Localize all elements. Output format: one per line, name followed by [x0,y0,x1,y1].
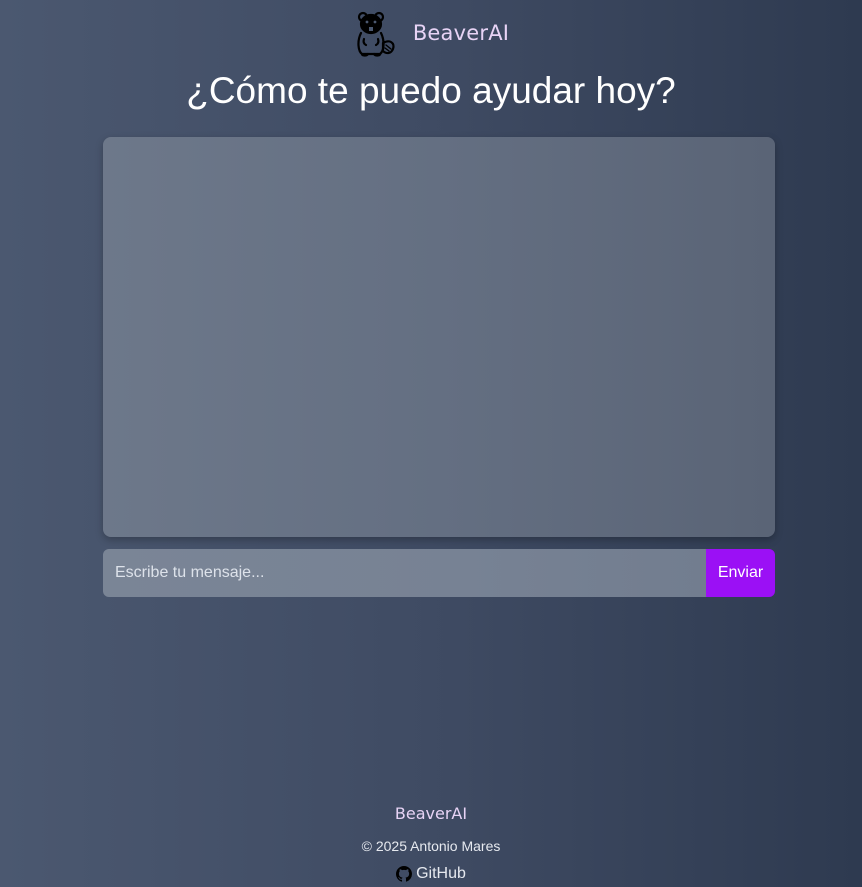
brand-name: BeaverAI [412,21,510,45]
github-link[interactable]: GitHub [0,865,862,883]
app-header: BeaverAI [0,8,862,58]
message-input[interactable] [103,549,706,597]
copyright-text: © 2025 Antonio Mares [361,838,501,854]
page-title: ¿Cómo te puedo ayudar hoy? [186,70,676,111]
beaver-icon [353,9,397,57]
github-label: GitHub [416,865,466,882]
github-icon [396,866,413,882]
send-button[interactable]: Enviar [706,549,775,597]
footer-brand: BeaverAI [394,804,468,823]
message-form: Enviar [103,549,775,597]
chat-messages-area[interactable] [103,137,775,537]
